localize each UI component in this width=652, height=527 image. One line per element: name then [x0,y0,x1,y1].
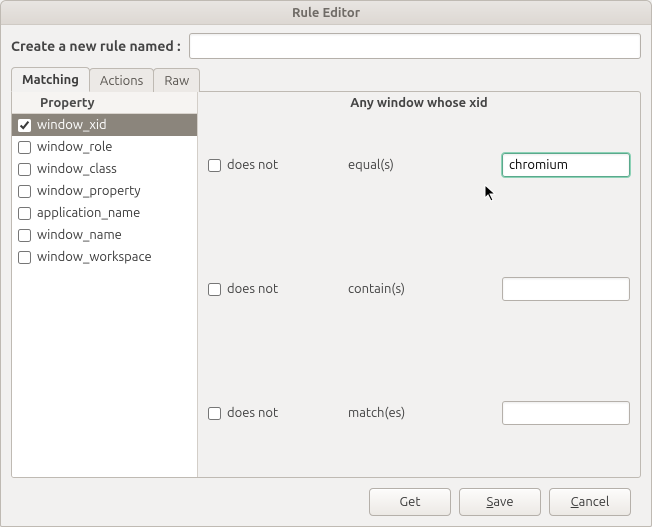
value-input-matches[interactable] [502,401,630,425]
property-check-window-xid[interactable] [18,119,31,132]
tab-matching[interactable]: Matching [11,67,90,92]
property-label: window_name [37,228,122,242]
property-row-window-workspace[interactable]: window_workspace [12,246,197,268]
property-list: Property window_xid window_role window_c… [12,92,198,477]
property-label: window_class [37,162,117,176]
negate-label: does not [227,406,278,420]
rule-name-row: Create a new rule named : [11,33,641,59]
cursor-icon [484,184,500,204]
matcher-panel: Any window whose xid does not equal(s) d… [198,92,640,477]
property-label: window_workspace [37,250,152,264]
matcher-header: Any window whose xid [208,96,630,110]
operator-label-equals: equal(s) [348,158,498,172]
property-list-header: Property [12,92,197,114]
tab-matching-label: Matching [22,73,79,87]
tab-raw-label: Raw [164,74,189,88]
tab-actions-label: Actions [100,74,143,88]
window-title: Rule Editor [292,6,360,20]
property-check-window-class[interactable] [18,163,31,176]
operator-label-matches: match(es) [348,406,498,420]
negate-check-equals[interactable] [208,159,221,172]
property-check-window-workspace[interactable] [18,251,31,264]
matcher-row-equals: does not equal(s) [208,150,630,180]
dialog-footer: Get Save Cancel [11,478,641,526]
rule-name-input[interactable] [189,33,641,59]
property-row-window-xid[interactable]: window_xid [12,114,197,136]
negate-label: does not [227,158,278,172]
operator-label-contains: contain(s) [348,282,498,296]
rule-editor-window: Rule Editor Create a new rule named : Ma… [0,0,652,527]
negate-label: does not [227,282,278,296]
property-check-window-role[interactable] [18,141,31,154]
window-titlebar: Rule Editor [1,1,651,25]
tabs-strip: Matching Actions Raw [11,65,641,91]
value-input-equals[interactable] [502,153,630,177]
property-row-window-class[interactable]: window_class [12,158,197,180]
property-check-window-property[interactable] [18,185,31,198]
rule-name-label: Create a new rule named : [11,38,181,54]
value-input-contains[interactable] [502,277,630,301]
property-row-application-name[interactable]: application_name [12,202,197,224]
cancel-button[interactable]: Cancel [549,488,631,516]
property-row-window-property[interactable]: window_property [12,180,197,202]
tab-raw[interactable]: Raw [153,68,200,92]
property-label: window_role [37,140,112,154]
negate-check-contains[interactable] [208,283,221,296]
property-check-window-name[interactable] [18,229,31,242]
negate-check-matches[interactable] [208,407,221,420]
property-row-window-name[interactable]: window_name [12,224,197,246]
property-label: window_xid [37,118,107,132]
property-row-window-role[interactable]: window_role [12,136,197,158]
property-label: application_name [37,206,140,220]
property-label: window_property [37,184,141,198]
get-button-label: Get [400,495,421,509]
window-content: Create a new rule named : Matching Actio… [1,25,651,526]
matcher-row-contains: does not contain(s) [208,274,630,304]
tab-body: Property window_xid window_role window_c… [11,91,641,478]
tab-actions[interactable]: Actions [89,68,154,92]
get-button[interactable]: Get [369,488,451,516]
matcher-row-matches: does not match(es) [208,398,630,428]
property-check-application-name[interactable] [18,207,31,220]
save-button[interactable]: Save [459,488,541,516]
